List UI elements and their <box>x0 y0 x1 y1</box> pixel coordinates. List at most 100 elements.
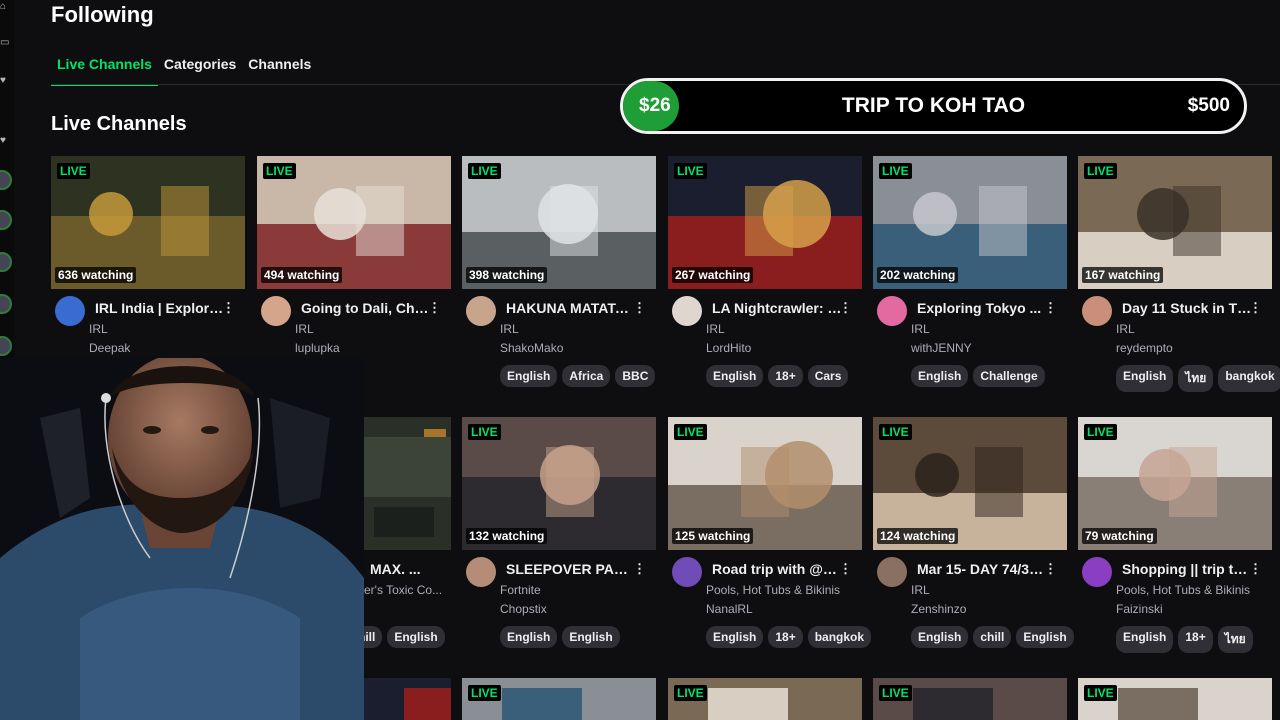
stream-title[interactable]: SLEEPOVER PART... <box>506 561 636 577</box>
stream-thumbnail[interactable]: LIVE 125 watching <box>668 417 862 550</box>
stream-thumbnail[interactable]: LIVE 636 watching <box>51 156 245 289</box>
tag[interactable]: Cars <box>807 365 849 387</box>
tag[interactable]: ไทย <box>1217 626 1253 653</box>
heart-icon[interactable]: ♥ <box>0 76 10 86</box>
stream-category[interactable]: IRL <box>1116 322 1135 336</box>
stream-thumbnail[interactable]: LIVE 132 watching <box>462 417 656 550</box>
stream-thumbnail[interactable]: LIVE 79 watching <box>1078 417 1272 550</box>
tag[interactable]: English <box>1116 626 1174 653</box>
streamer-name[interactable]: ShakoMako <box>500 341 563 355</box>
tag[interactable]: English <box>1016 626 1074 648</box>
tag[interactable]: Challenge <box>973 365 1045 387</box>
stream-title[interactable]: Mar 15- DAY 74/36... <box>917 561 1047 577</box>
more-options-icon[interactable]: ⋮ <box>222 300 235 316</box>
streamer-avatar[interactable] <box>877 557 907 587</box>
stream-thumbnail[interactable]: LIVE 267 watching <box>668 156 862 289</box>
stream-title[interactable]: LA Nightcrawler: C... <box>712 300 842 316</box>
stream-category[interactable]: IRL <box>295 322 314 336</box>
streamer-avatar[interactable] <box>877 296 907 326</box>
stream-title[interactable]: Going to Dali, Chin... <box>301 300 431 316</box>
stream-category[interactable]: er's Toxic Co... <box>364 583 442 597</box>
more-options-icon[interactable]: ⋮ <box>839 300 852 316</box>
stream-category[interactable]: IRL <box>89 322 108 336</box>
more-options-icon[interactable]: ⋮ <box>1044 300 1057 316</box>
tag[interactable]: English <box>911 365 969 387</box>
tag[interactable]: English <box>706 626 764 648</box>
stream-thumbnail[interactable]: LIVE 398 watching <box>462 156 656 289</box>
streamer-avatar[interactable] <box>1082 557 1112 587</box>
streamer-name[interactable]: Faizinski <box>1116 602 1163 616</box>
sidebar-channel-avatar[interactable] <box>0 170 12 190</box>
streamer-avatar[interactable] <box>466 557 496 587</box>
sidebar-channel-avatar[interactable] <box>0 294 12 314</box>
streamer-avatar[interactable] <box>1082 296 1112 326</box>
stream-thumbnail[interactable]: LIVE 202 watching <box>873 156 1067 289</box>
tab-channels[interactable]: Channels <box>242 52 317 86</box>
stream-title[interactable]: Road trip with @Fa... <box>712 561 842 577</box>
more-options-icon[interactable]: ⋮ <box>633 561 646 577</box>
tab-categories[interactable]: Categories <box>158 52 242 86</box>
tag[interactable]: 18+ <box>1178 626 1213 653</box>
stream-category[interactable]: Pools, Hot Tubs & Bikinis <box>706 583 840 597</box>
tag[interactable]: bangkok <box>1218 365 1280 392</box>
home-icon[interactable]: ⌂ <box>0 2 10 12</box>
tag[interactable]: English <box>1116 365 1174 392</box>
tag[interactable]: English <box>500 626 558 648</box>
more-options-icon[interactable]: ⋮ <box>1249 300 1262 316</box>
stream-category[interactable]: Pools, Hot Tubs & Bikinis <box>1116 583 1250 597</box>
tag[interactable]: BBC <box>615 365 656 387</box>
streamer-name[interactable]: Zenshinzo <box>911 602 966 616</box>
more-options-icon[interactable]: ⋮ <box>839 561 852 577</box>
more-options-icon[interactable]: ⋮ <box>1044 561 1057 577</box>
more-options-icon[interactable]: ⋮ <box>1249 561 1262 577</box>
tag[interactable]: English <box>911 626 969 648</box>
sidebar-channel-avatar[interactable] <box>0 210 12 230</box>
streamer-name[interactable]: withJENNY <box>911 341 972 355</box>
tag[interactable]: bangkok <box>807 626 872 648</box>
streamer-name[interactable]: Chopstix <box>500 602 547 616</box>
browse-icon[interactable]: ▭ <box>0 38 10 48</box>
stream-thumbnail[interactable] <box>364 417 451 550</box>
streamer-name[interactable]: LordHito <box>706 341 751 355</box>
stream-category[interactable]: IRL <box>706 322 725 336</box>
stream-title[interactable]: IRL India | Explorin... <box>95 300 225 316</box>
stream-category[interactable]: IRL <box>500 322 519 336</box>
streamer-avatar[interactable] <box>672 557 702 587</box>
stream-title[interactable]: Day 11 Stuck in Th... <box>1122 300 1252 316</box>
stream-thumbnail[interactable]: LIVE 167 watching <box>1078 156 1272 289</box>
sidebar-channel-avatar[interactable] <box>0 336 12 356</box>
streamer-avatar[interactable] <box>261 296 291 326</box>
stream-thumbnail[interactable]: LIVE 494 watching <box>257 156 451 289</box>
stream-thumbnail[interactable]: LIVE <box>1078 678 1272 720</box>
stream-thumbnail[interactable]: LIVE 124 watching <box>873 417 1067 550</box>
tag[interactable]: 18+ <box>768 626 803 648</box>
tag[interactable]: chill <box>973 626 1012 648</box>
streamer-avatar[interactable] <box>466 296 496 326</box>
streamer-name[interactable]: reydempto <box>1116 341 1173 355</box>
tab-live-channels[interactable]: Live Channels <box>51 52 158 86</box>
stream-category[interactable]: IRL <box>911 583 930 597</box>
stream-thumbnail[interactable] <box>364 678 451 720</box>
tag[interactable]: Africa <box>562 365 611 387</box>
stream-category[interactable]: Fortnite <box>500 583 541 597</box>
tag[interactable]: English <box>706 365 764 387</box>
more-options-icon[interactable]: ⋮ <box>633 300 646 316</box>
stream-title[interactable]: MAX. ... <box>370 561 421 577</box>
tag[interactable]: 18+ <box>768 365 803 387</box>
stream-title[interactable]: Exploring Tokyo ... <box>917 300 1047 316</box>
tag[interactable]: English <box>562 626 620 648</box>
tag[interactable]: ไทย <box>1178 365 1214 392</box>
stream-title[interactable]: Shopping || trip to... <box>1122 561 1252 577</box>
stream-thumbnail[interactable]: LIVE <box>668 678 862 720</box>
sidebar-channel-avatar[interactable] <box>0 252 12 272</box>
stream-title[interactable]: HAKUNA MATATA!... <box>506 300 636 316</box>
streamer-avatar[interactable] <box>672 296 702 326</box>
streamer-name[interactable]: luplupka <box>295 341 340 355</box>
stream-thumbnail[interactable]: LIVE <box>462 678 656 720</box>
tag[interactable]: English <box>500 365 558 387</box>
stream-thumbnail[interactable]: LIVE <box>873 678 1067 720</box>
stream-category[interactable]: IRL <box>911 322 930 336</box>
more-options-icon[interactable]: ⋮ <box>428 300 441 316</box>
streamer-avatar[interactable] <box>55 296 85 326</box>
streamer-name[interactable]: NanalRL <box>706 602 753 616</box>
